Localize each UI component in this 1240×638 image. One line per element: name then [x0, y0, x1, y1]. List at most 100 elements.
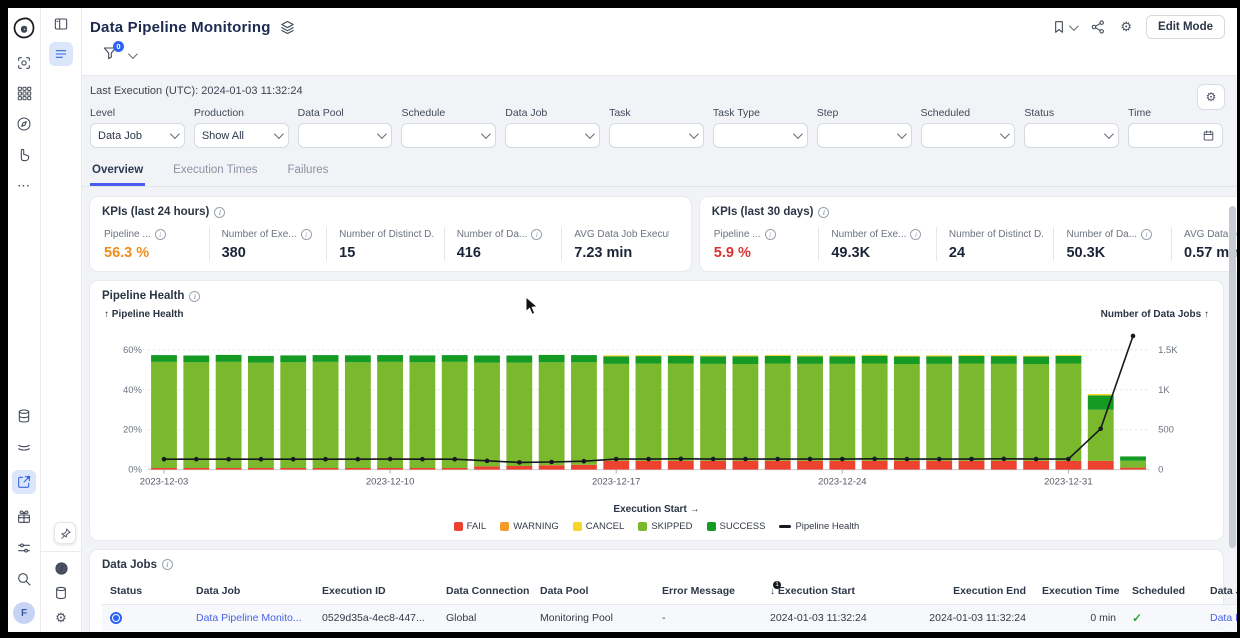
legend-swatch	[453, 521, 463, 531]
asset-list-nav-active[interactable]	[49, 42, 73, 66]
export-icon	[16, 474, 32, 490]
level-select[interactable]: Data Job	[90, 123, 185, 148]
scheduled-select[interactable]	[920, 123, 1016, 148]
chart-legend: FAIL WARNING CANCEL SKIPPED SUCCESS Pipe…	[102, 521, 1211, 532]
vertical-scrollbar[interactable]	[1229, 206, 1236, 548]
process-scan-icon[interactable]	[16, 55, 32, 71]
svg-text:500: 500	[1158, 425, 1174, 436]
settings-gear-icon[interactable]: ⚙	[55, 610, 67, 626]
task-select[interactable]	[609, 123, 704, 148]
info-icon[interactable]: i	[910, 229, 922, 240]
data-job-link[interactable]: Data Pipeline Monito...	[188, 604, 314, 631]
legend-warning[interactable]: WARNING	[500, 521, 559, 532]
pipeline-health-chart[interactable]: 0% 0 20% 500 40% 1K 60% 1.5K 2023-12-03 2023-12-1…	[102, 320, 1211, 504]
col-scheduled[interactable]: Scheduled	[1124, 577, 1202, 605]
legend-cancel[interactable]: CANCEL	[572, 521, 624, 532]
axis-titles: ↑ Pipeline Health Number of Data Jobs ↑	[104, 309, 1209, 320]
chevron-down-icon	[1069, 20, 1080, 31]
data-job-link[interactable]: Global DJ-1	[188, 631, 314, 633]
error-message-cell: -	[654, 631, 762, 633]
filter-status: Status	[1024, 107, 1120, 148]
data-job-type-link[interactable]: Data Integration	[1202, 604, 1237, 631]
info-icon[interactable]: i	[161, 559, 173, 570]
database-icon[interactable]	[16, 408, 32, 424]
kpi-value: 56.3 %	[104, 245, 150, 261]
page-title: Data Pipeline Monitoring	[90, 18, 271, 36]
legend-fail[interactable]: FAIL	[453, 521, 486, 532]
panel-toggle-icon[interactable]	[53, 16, 69, 32]
hand-pointer-icon[interactable]	[16, 147, 32, 163]
compass-icon[interactable]	[16, 116, 32, 132]
schedule-select[interactable]	[401, 123, 497, 148]
waves-icon[interactable]	[16, 439, 32, 455]
info-icon[interactable]: i	[189, 290, 201, 302]
execution-time-cell: 8.37 min	[1034, 631, 1124, 633]
last-execution-label: Last Execution (UTC): 2024-01-03 11:32:2…	[90, 85, 303, 97]
settings-button[interactable]: ⚙	[1120, 19, 1132, 35]
col-data-job[interactable]: Data Job	[188, 577, 314, 605]
info-icon[interactable]: i	[154, 229, 166, 240]
production-select[interactable]: Show All	[193, 123, 289, 148]
user-avatar[interactable]: F	[13, 602, 35, 624]
share-button[interactable]	[1090, 19, 1106, 35]
celonis-logo-icon[interactable]: c	[12, 16, 36, 40]
running-status-icon	[110, 611, 122, 624]
data-pool-select[interactable]	[297, 123, 393, 148]
chevron-down-icon[interactable]	[127, 49, 138, 60]
kpi-row: KPIs (last 24 hours) i Pipeline ... i 56.3 …	[90, 197, 1237, 271]
execution-id-cell: 04f2b853-98e3-437...	[314, 631, 438, 633]
tab-execution-times[interactable]: Execution Times	[171, 156, 259, 186]
pipeline-health-card: Pipeline Health i ↑ Pipeline Health Numbe…	[90, 281, 1223, 540]
table-row[interactable]: Data Pipeline Monito... 0529d35a-4ec8-44…	[102, 604, 1237, 631]
col-execution-time[interactable]: Execution Time	[1034, 577, 1124, 605]
data-cylinder-icon[interactable]	[53, 585, 69, 601]
sliders-icon[interactable]	[16, 540, 32, 556]
col-data-job-type[interactable]: Data Job... ↑2	[1202, 577, 1237, 605]
apps-grid-icon[interactable]	[17, 86, 32, 101]
legend-success[interactable]: SUCCESS	[706, 521, 765, 532]
filter-funnel-button[interactable]: 0	[102, 41, 124, 66]
data-export-nav-active[interactable]	[12, 470, 36, 494]
chevron-down-icon	[688, 129, 699, 140]
search-icon[interactable]	[16, 571, 32, 587]
status-select[interactable]	[1024, 123, 1120, 148]
info-icon[interactable]: i	[764, 229, 776, 240]
layers-icon[interactable]	[279, 19, 296, 36]
col-status[interactable]: Status	[102, 577, 188, 605]
col-execution-start[interactable]: ↓ 1 Execution Start	[762, 577, 902, 605]
info-filled-icon[interactable]: i	[54, 561, 69, 576]
more-ellipsis-icon[interactable]: ⋯	[17, 178, 31, 194]
info-icon[interactable]: i	[214, 206, 226, 218]
sort-desc-icon[interactable]: ↓ 1	[770, 580, 781, 597]
pin-panel-button[interactable]	[54, 522, 76, 544]
col-error-message[interactable]: Error Message	[654, 577, 762, 605]
dashboard-content: KPIs (last 24 hours) i Pipeline ... i 56.3 …	[82, 187, 1237, 632]
tab-failures[interactable]: Failures	[286, 156, 331, 186]
step-select[interactable]	[816, 123, 912, 148]
col-data-connection[interactable]: Data Connection	[438, 577, 532, 605]
col-execution-id[interactable]: Execution ID	[314, 577, 438, 605]
col-execution-end[interactable]: Execution End	[902, 577, 1034, 605]
gift-icon[interactable]	[16, 509, 32, 525]
tab-overview[interactable]: Overview	[90, 156, 146, 186]
legend-pipeline-health[interactable]: Pipeline Health	[779, 521, 859, 532]
legend-skipped[interactable]: SKIPPED	[638, 521, 693, 532]
kpi-value: 15	[339, 245, 356, 261]
time-date-input[interactable]	[1128, 123, 1223, 148]
info-icon[interactable]: i	[300, 229, 312, 240]
col-data-pool[interactable]: Data Pool	[532, 577, 654, 605]
edit-mode-button[interactable]: Edit Mode	[1146, 15, 1225, 39]
info-icon[interactable]: i	[531, 229, 543, 240]
data-job-select[interactable]	[505, 123, 601, 148]
kpi-value: 380	[221, 245, 246, 261]
calendar-icon	[1202, 129, 1215, 142]
svg-text:40%: 40%	[123, 385, 143, 396]
filter-settings-button[interactable]: ⚙	[1197, 84, 1225, 110]
data-job-type-link[interactable]: Data Integration	[1202, 631, 1237, 633]
table-row[interactable]: ✓ Global DJ-1 04f2b853-98e3-437... Globa…	[102, 631, 1237, 633]
kpi-datajobs-30d: Number of Da... i 50.3K	[1053, 227, 1171, 261]
info-icon[interactable]: i	[818, 206, 830, 218]
info-icon[interactable]: i	[1141, 229, 1153, 240]
task-type-select[interactable]	[712, 123, 808, 148]
bookmark-button[interactable]	[1051, 19, 1080, 35]
